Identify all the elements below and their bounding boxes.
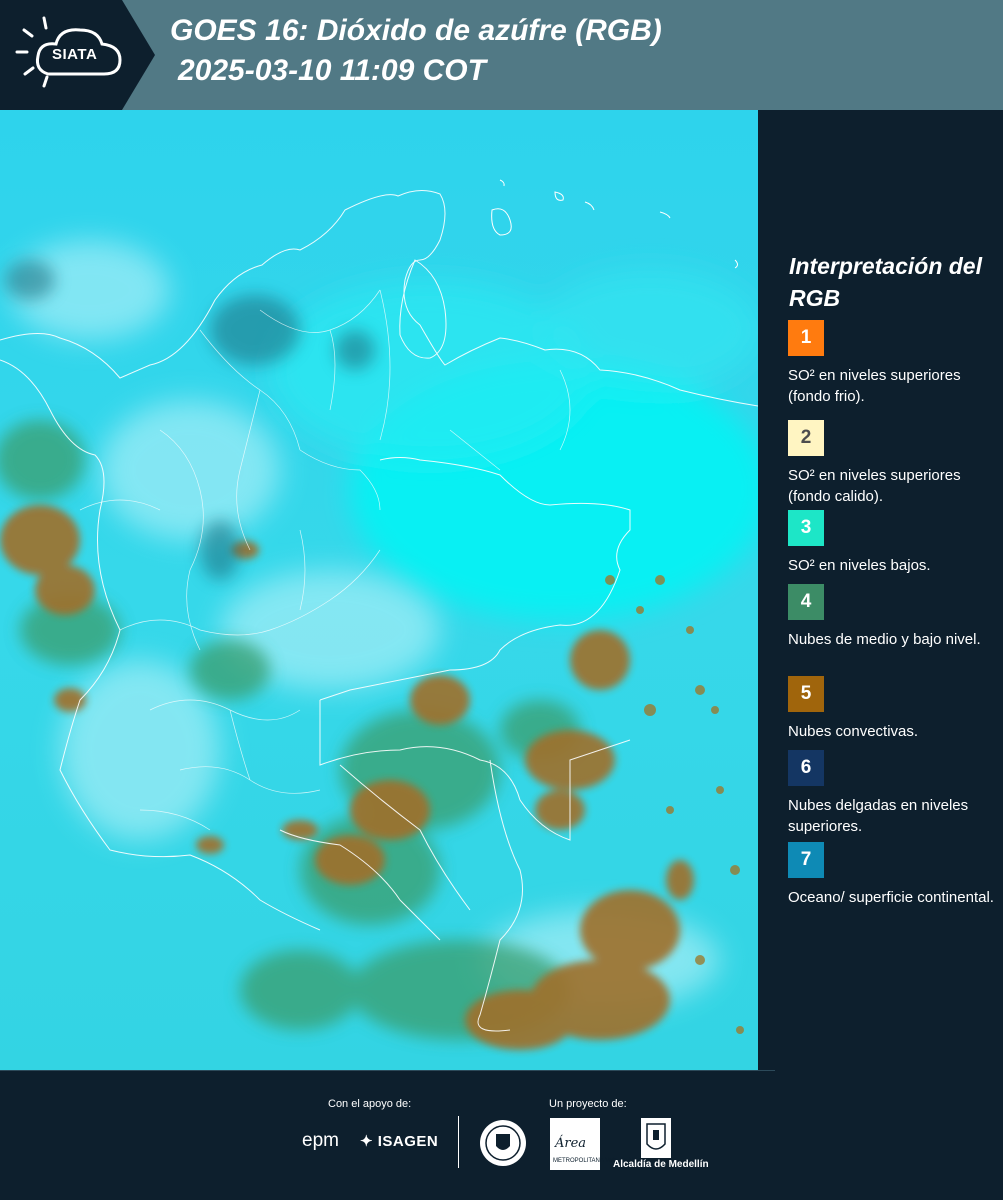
legend-item-1: 1 SO² en niveles superiores (fondo frio)…	[788, 320, 998, 407]
footer-divider	[458, 1116, 459, 1168]
legend-number: 5	[800, 683, 812, 704]
header-bar: SIATA GOES 16: Dióxido de azúfre (RGB) 2…	[0, 0, 1003, 110]
legend-swatch: 4	[788, 584, 824, 620]
siata-logo: SIATA	[0, 0, 155, 110]
legend-item-7: 7 Oceano/ superficie continental.	[788, 842, 998, 908]
legend-item-2: 2 SO² en niveles superiores (fondo calid…	[788, 420, 998, 507]
legend-label: SO² en niveles bajos.	[788, 557, 931, 574]
legend-label: Nubes convectivas.	[788, 723, 919, 740]
legend-swatch: 3	[788, 510, 824, 546]
legend-item-4: 4 Nubes de medio y bajo nivel.	[788, 584, 998, 650]
support-caption: Con el apoyo de:	[328, 1098, 412, 1110]
legend-label: Oceano/ superficie continental.	[788, 889, 994, 906]
legend-swatch: 5	[788, 676, 824, 712]
legend-swatch: 1	[788, 320, 824, 356]
isagen-mark-icon: ✦	[360, 1133, 374, 1150]
epm-logo: epm	[302, 1130, 339, 1151]
legend-panel: Interpretación del RGB 1 SO² en niveles …	[760, 110, 1003, 1070]
legend-number: 2	[800, 427, 812, 448]
page-title: GOES 16: Dióxido de azúfre (RGB)	[170, 14, 662, 47]
legend-number: 6	[800, 757, 812, 778]
legend-item-3: 3 SO² en niveles bajos.	[788, 510, 998, 576]
legend-label: Nubes delgadas en niveles superiores.	[788, 797, 969, 835]
legend-title: Interpretación del RGB	[789, 253, 982, 311]
legend-item-6: 6 Nubes delgadas en niveles superiores.	[788, 750, 998, 837]
area-logo-text: Área	[555, 1136, 587, 1151]
legend-swatch: 7	[788, 842, 824, 878]
footer-divider-line	[0, 1070, 775, 1071]
alcaldia-shield-icon	[641, 1118, 671, 1158]
medellin-seal-icon	[480, 1120, 526, 1166]
legend-number: 1	[800, 327, 812, 348]
logo-text: SIATA	[52, 46, 98, 63]
legend-label: Nubes de medio y bajo nivel.	[788, 631, 981, 648]
project-caption: Un proyecto de:	[549, 1098, 627, 1110]
footer: Con el apoyo de: Un proyecto de: epm ✦ I…	[0, 1070, 1003, 1200]
legend-number: 4	[800, 591, 812, 612]
legend-label: SO² en niveles superiores (fondo frio).	[788, 367, 961, 405]
legend-item-5: 5 Nubes convectivas.	[788, 676, 998, 742]
alcaldia-text: Alcaldía de Medellín	[613, 1159, 709, 1170]
legend-number: 3	[800, 517, 812, 538]
legend-label: SO² en niveles superiores (fondo calido)…	[788, 467, 961, 505]
isagen-text: ISAGEN	[377, 1133, 439, 1150]
timestamp: 2025-03-10 11:09 COT	[178, 54, 486, 87]
isagen-logo: ✦ ISAGEN	[360, 1132, 438, 1150]
legend-swatch: 2	[788, 420, 824, 456]
legend-swatch: 6	[788, 750, 824, 786]
satellite-map[interactable]	[0, 110, 758, 1070]
legend-number: 7	[800, 849, 812, 870]
